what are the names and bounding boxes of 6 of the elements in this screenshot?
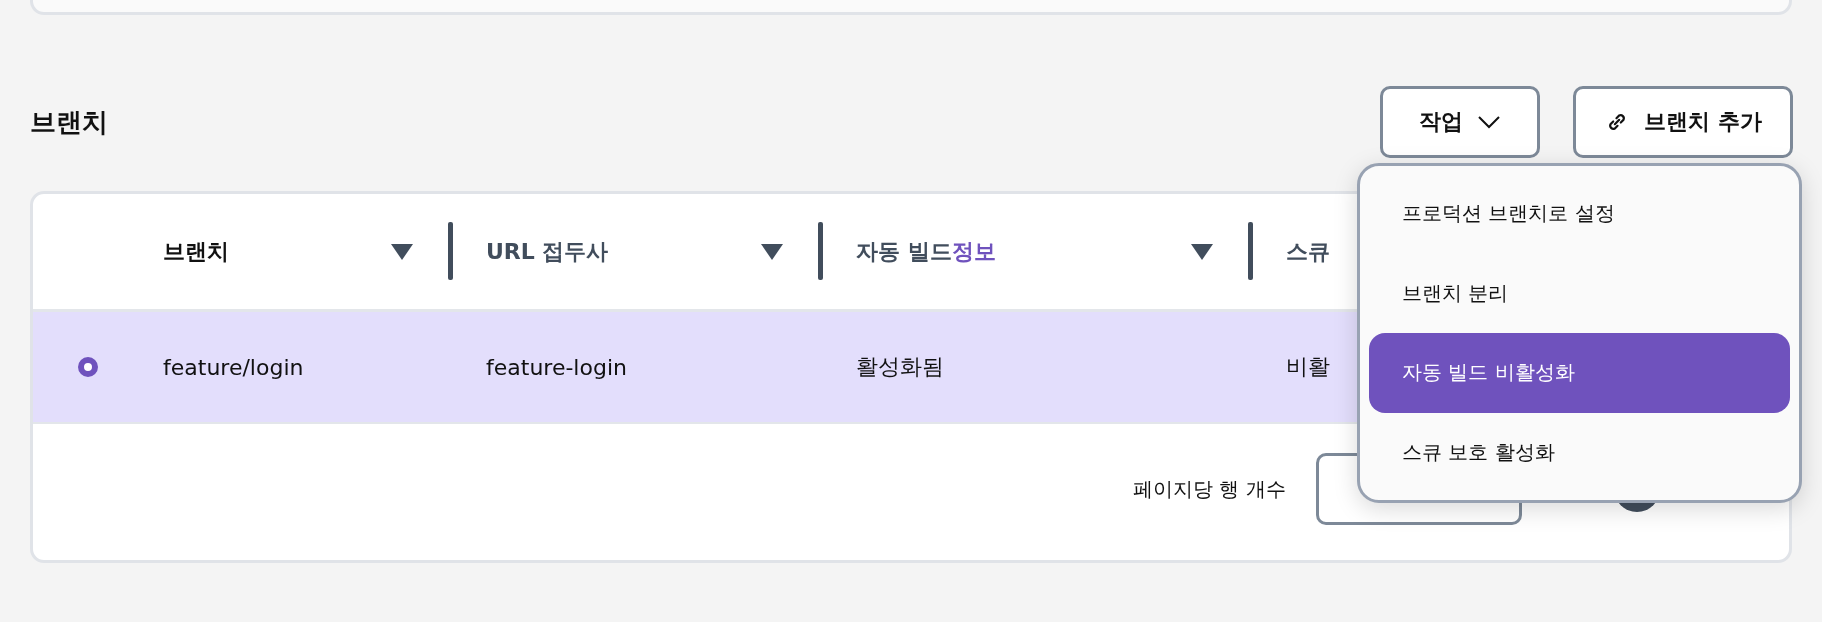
- table-cell: feature/login: [163, 354, 304, 380]
- table-cell-text: 활성화됨: [856, 353, 944, 381]
- section-title: 브랜치: [30, 105, 108, 139]
- table-cell: feature-login: [486, 354, 627, 380]
- table-cell-text: 비활: [1286, 353, 1330, 381]
- rows-per-page-label: 페이지당 행 개수: [1133, 475, 1286, 503]
